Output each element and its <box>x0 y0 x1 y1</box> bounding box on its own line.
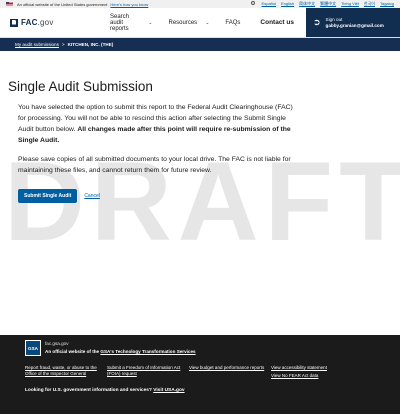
footer-usagov: Looking for U.S. government information … <box>25 388 185 393</box>
tts-link[interactable]: GSA's Technology Transformation Services <box>100 349 195 354</box>
chevron-down-icon: ⌄ <box>148 19 153 26</box>
save-copies-text: Please save copies of all submitted docu… <box>18 156 291 174</box>
footer-link-no-fear[interactable]: View No FEAR Act data <box>271 373 353 379</box>
page-title: Single Audit Submission <box>8 79 153 94</box>
nav-faqs[interactable]: FAQs <box>217 20 248 26</box>
globe-icon <box>250 1 255 5</box>
footer-official-text: An official website of the GSA's Technol… <box>45 349 196 354</box>
nav-search-audit-reports[interactable]: Search audit reports ⌄ <box>102 14 161 32</box>
footer-domain: fac.gsa.gov <box>45 341 69 346</box>
breadcrumb: My audit submissions > KITCHEN, INC. (TH… <box>0 38 400 51</box>
breadcrumb-separator-icon: > <box>61 42 65 47</box>
language-option[interactable]: 简体中文 <box>299 1 315 7</box>
fac-logo-icon <box>10 18 18 27</box>
gov-banner: An official website of the United States… <box>0 0 400 8</box>
footer-link-accessibility[interactable]: View accessibility statement <box>271 365 353 371</box>
breadcrumb-my-audit-submissions[interactable]: My audit submissions <box>15 42 59 47</box>
chevron-down-icon: ⌄ <box>205 19 210 26</box>
official-site-text: An official website of the United States… <box>17 1 108 7</box>
language-selector: Español English 简体中文 繁體中文 Tiếng Việt 한국어… <box>250 1 394 7</box>
footer-link-foia[interactable]: Submit a Freedom of Information Act (FOI… <box>107 365 189 377</box>
usagov-link[interactable]: Visit USA.gov <box>153 388 184 393</box>
footer-link-column: View budget and performance reports <box>189 365 271 381</box>
footer-links: Report fraud, waste, or abuse to the Off… <box>0 356 400 381</box>
footer-link-budget[interactable]: View budget and performance reports <box>189 365 271 371</box>
nav-resources[interactable]: Resources ⌄ <box>161 20 218 26</box>
footer-link-column: View accessibility statement View No FEA… <box>271 365 353 381</box>
language-option[interactable]: English <box>281 1 294 7</box>
how-you-know-link[interactable]: Here's how you know <box>110 2 148 7</box>
site-header: FAC.gov Search audit reports ⌄ Resources… <box>0 8 400 38</box>
main-content: DRAFT Single Audit Submission You have s… <box>0 51 400 335</box>
footer-link-oig[interactable]: Report fraud, waste, or abuse to the Off… <box>25 365 107 377</box>
language-option[interactable]: Español <box>262 1 276 7</box>
action-buttons: Submit Single Audit Cancel <box>18 189 400 203</box>
fac-logo[interactable]: FAC.gov <box>0 8 80 37</box>
footer-link-column: Submit a Freedom of Information Act (FOI… <box>107 365 189 381</box>
us-flag-icon <box>6 2 13 6</box>
site-footer: GSA fac.gsa.gov An official website of t… <box>0 335 400 414</box>
user-email: gabby.granian@gmail.com <box>325 22 384 28</box>
cancel-link[interactable]: Cancel <box>84 193 100 199</box>
contact-us-link[interactable]: Contact us <box>248 8 306 37</box>
breadcrumb-current: KITCHEN, INC. (THE) <box>67 42 114 47</box>
footer-brand-text: fac.gsa.gov An official website of the G… <box>45 340 196 356</box>
main-nav: Search audit reports ⌄ Resources ⌄ FAQs <box>102 8 248 37</box>
sign-out-text: Sign out gabby.granian@gmail.com <box>326 17 384 29</box>
submit-single-audit-button[interactable]: Submit Single Audit <box>18 189 78 203</box>
language-option[interactable]: Tiếng Việt <box>341 1 359 7</box>
submission-warning-text: You have selected the option to submit t… <box>18 104 293 144</box>
submission-panel: Single Audit Submission You have selecte… <box>0 51 400 203</box>
sign-out-icon: ➲ <box>313 17 321 27</box>
sign-out-button[interactable]: ➲ Sign out gabby.granian@gmail.com <box>306 8 400 37</box>
language-option[interactable]: 繁體中文 <box>320 1 336 7</box>
footer-brand: GSA fac.gsa.gov An official website of t… <box>0 335 400 356</box>
language-option[interactable]: 한국어 <box>364 1 375 7</box>
page: An official website of the United States… <box>0 0 400 414</box>
logo-text: FAC.gov <box>21 18 54 27</box>
gsa-logo[interactable]: GSA <box>25 340 41 356</box>
language-option[interactable]: Tagalog <box>380 1 394 7</box>
footer-link-column: Report fraud, waste, or abuse to the Off… <box>25 365 107 381</box>
